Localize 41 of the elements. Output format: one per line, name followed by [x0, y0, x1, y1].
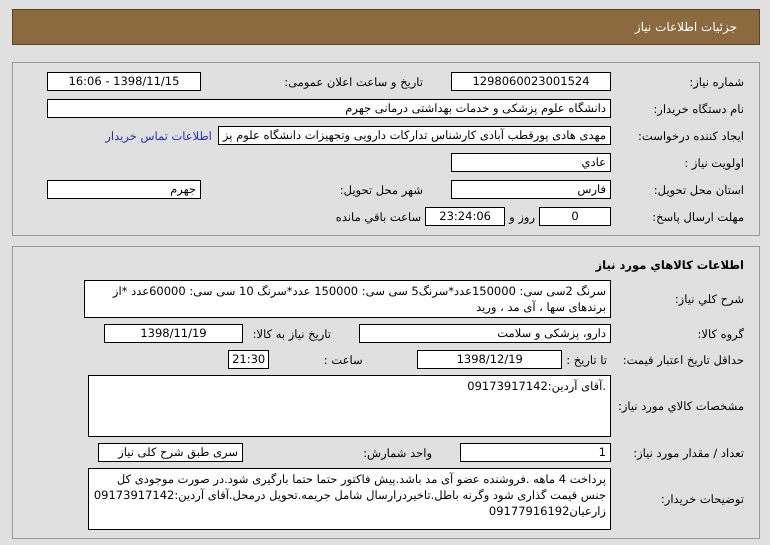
- field-label: نام دستگاه خریدار:: [652, 102, 744, 116]
- description-field: سرنگ 2سی سی: 150000عدد*سرنگ5 سی سی: 150000 عدد*سرنگ 10 سی سی: 60000عدد *از برندهای سها ، آی مد ، ورید: [84, 280, 611, 318]
- time-remaining-field: 23:24:06: [425, 207, 506, 226]
- validity-time-field: 21:30: [228, 350, 270, 369]
- buyer-notes-field: پرداخت 4 ماهه .فروشنده عضو آی مد باشد.پیش فاکتور حتما حتما بارگیری شود.در صورت موجودی کل جنس قیمت گذاری شود وگرنه باطل.تاخیردرارسال شامل جریمه.تحویل درمحل.آقای آردین:09173917142 زارعیان09177916192: [88, 468, 611, 530]
- field-label: توضیحات خریدار:: [660, 492, 744, 506]
- field-label: شرح کلي نیاز:: [674, 292, 744, 306]
- need-date-field: 1398/11/19: [104, 324, 243, 343]
- goods-group-field: دارو، پزشکی و سلامت: [359, 324, 611, 343]
- quantity-field: 1: [460, 443, 611, 462]
- time-remaining-label: ساعت باقي مانده: [334, 210, 422, 224]
- field-label: شهر محل تحویل:: [338, 182, 424, 196]
- field-label: اولویت نیاز :: [683, 156, 744, 170]
- specs-field: .آقای آردین:09173917142: [88, 375, 611, 437]
- field-label: واحد شمارش:: [362, 446, 433, 460]
- days-label: روز و: [508, 210, 536, 224]
- need-number-field: 1298060023001524: [451, 72, 611, 91]
- section-title: اطلاعات کالاهاي مورد نیاز: [594, 257, 744, 274]
- requester-field: مهدی هادی پورقطب آبادی کارشناس تدارکات دارویی وتجهیزات دانشگاه علوم پز: [218, 126, 611, 145]
- field-label: گروه کالا:: [696, 326, 744, 340]
- field-label: تعداد / مقدار مورد نیاز:: [632, 446, 744, 460]
- days-field: 0: [539, 207, 611, 226]
- field-label: تاریخ نیاز به کالا:: [252, 326, 332, 340]
- field-label: استان محل تحویل:: [652, 182, 744, 196]
- announce-date-field: 1398/11/15 - 16:06: [47, 72, 201, 91]
- field-label: شماره نیاز:: [688, 74, 744, 88]
- field-label: مهلت ارسال پاسخ:: [651, 210, 744, 224]
- date-label: تا تاریخ :: [565, 352, 608, 366]
- buyer-org-field: دانشگاه علوم پزشکی و خدمات بهداشتی درمانی جهرم: [47, 99, 611, 118]
- field-label: مشخصات کالاي مورد نیاز:: [616, 399, 744, 413]
- province-field: فارس: [451, 180, 611, 199]
- validity-date-field: 1398/12/19: [417, 350, 562, 369]
- buyer-contact-link[interactable]: اطلاعات تماس خریدار: [105, 128, 218, 142]
- page-title: جزئیات اطلاعات نیاز: [634, 20, 737, 34]
- field-label: ایجاد کننده درخواست:: [637, 128, 744, 142]
- unit-field: سری طبق شرح کلی نیاز: [98, 443, 243, 462]
- time-label: ساعت :: [322, 352, 364, 366]
- priority-field: عادي: [451, 153, 611, 172]
- city-field: جهرم: [47, 180, 201, 199]
- field-label: حداقل تاریخ اعتبار قیمت:: [622, 352, 744, 366]
- field-label: تاریخ و ساعت اعلان عمومی:: [283, 74, 424, 88]
